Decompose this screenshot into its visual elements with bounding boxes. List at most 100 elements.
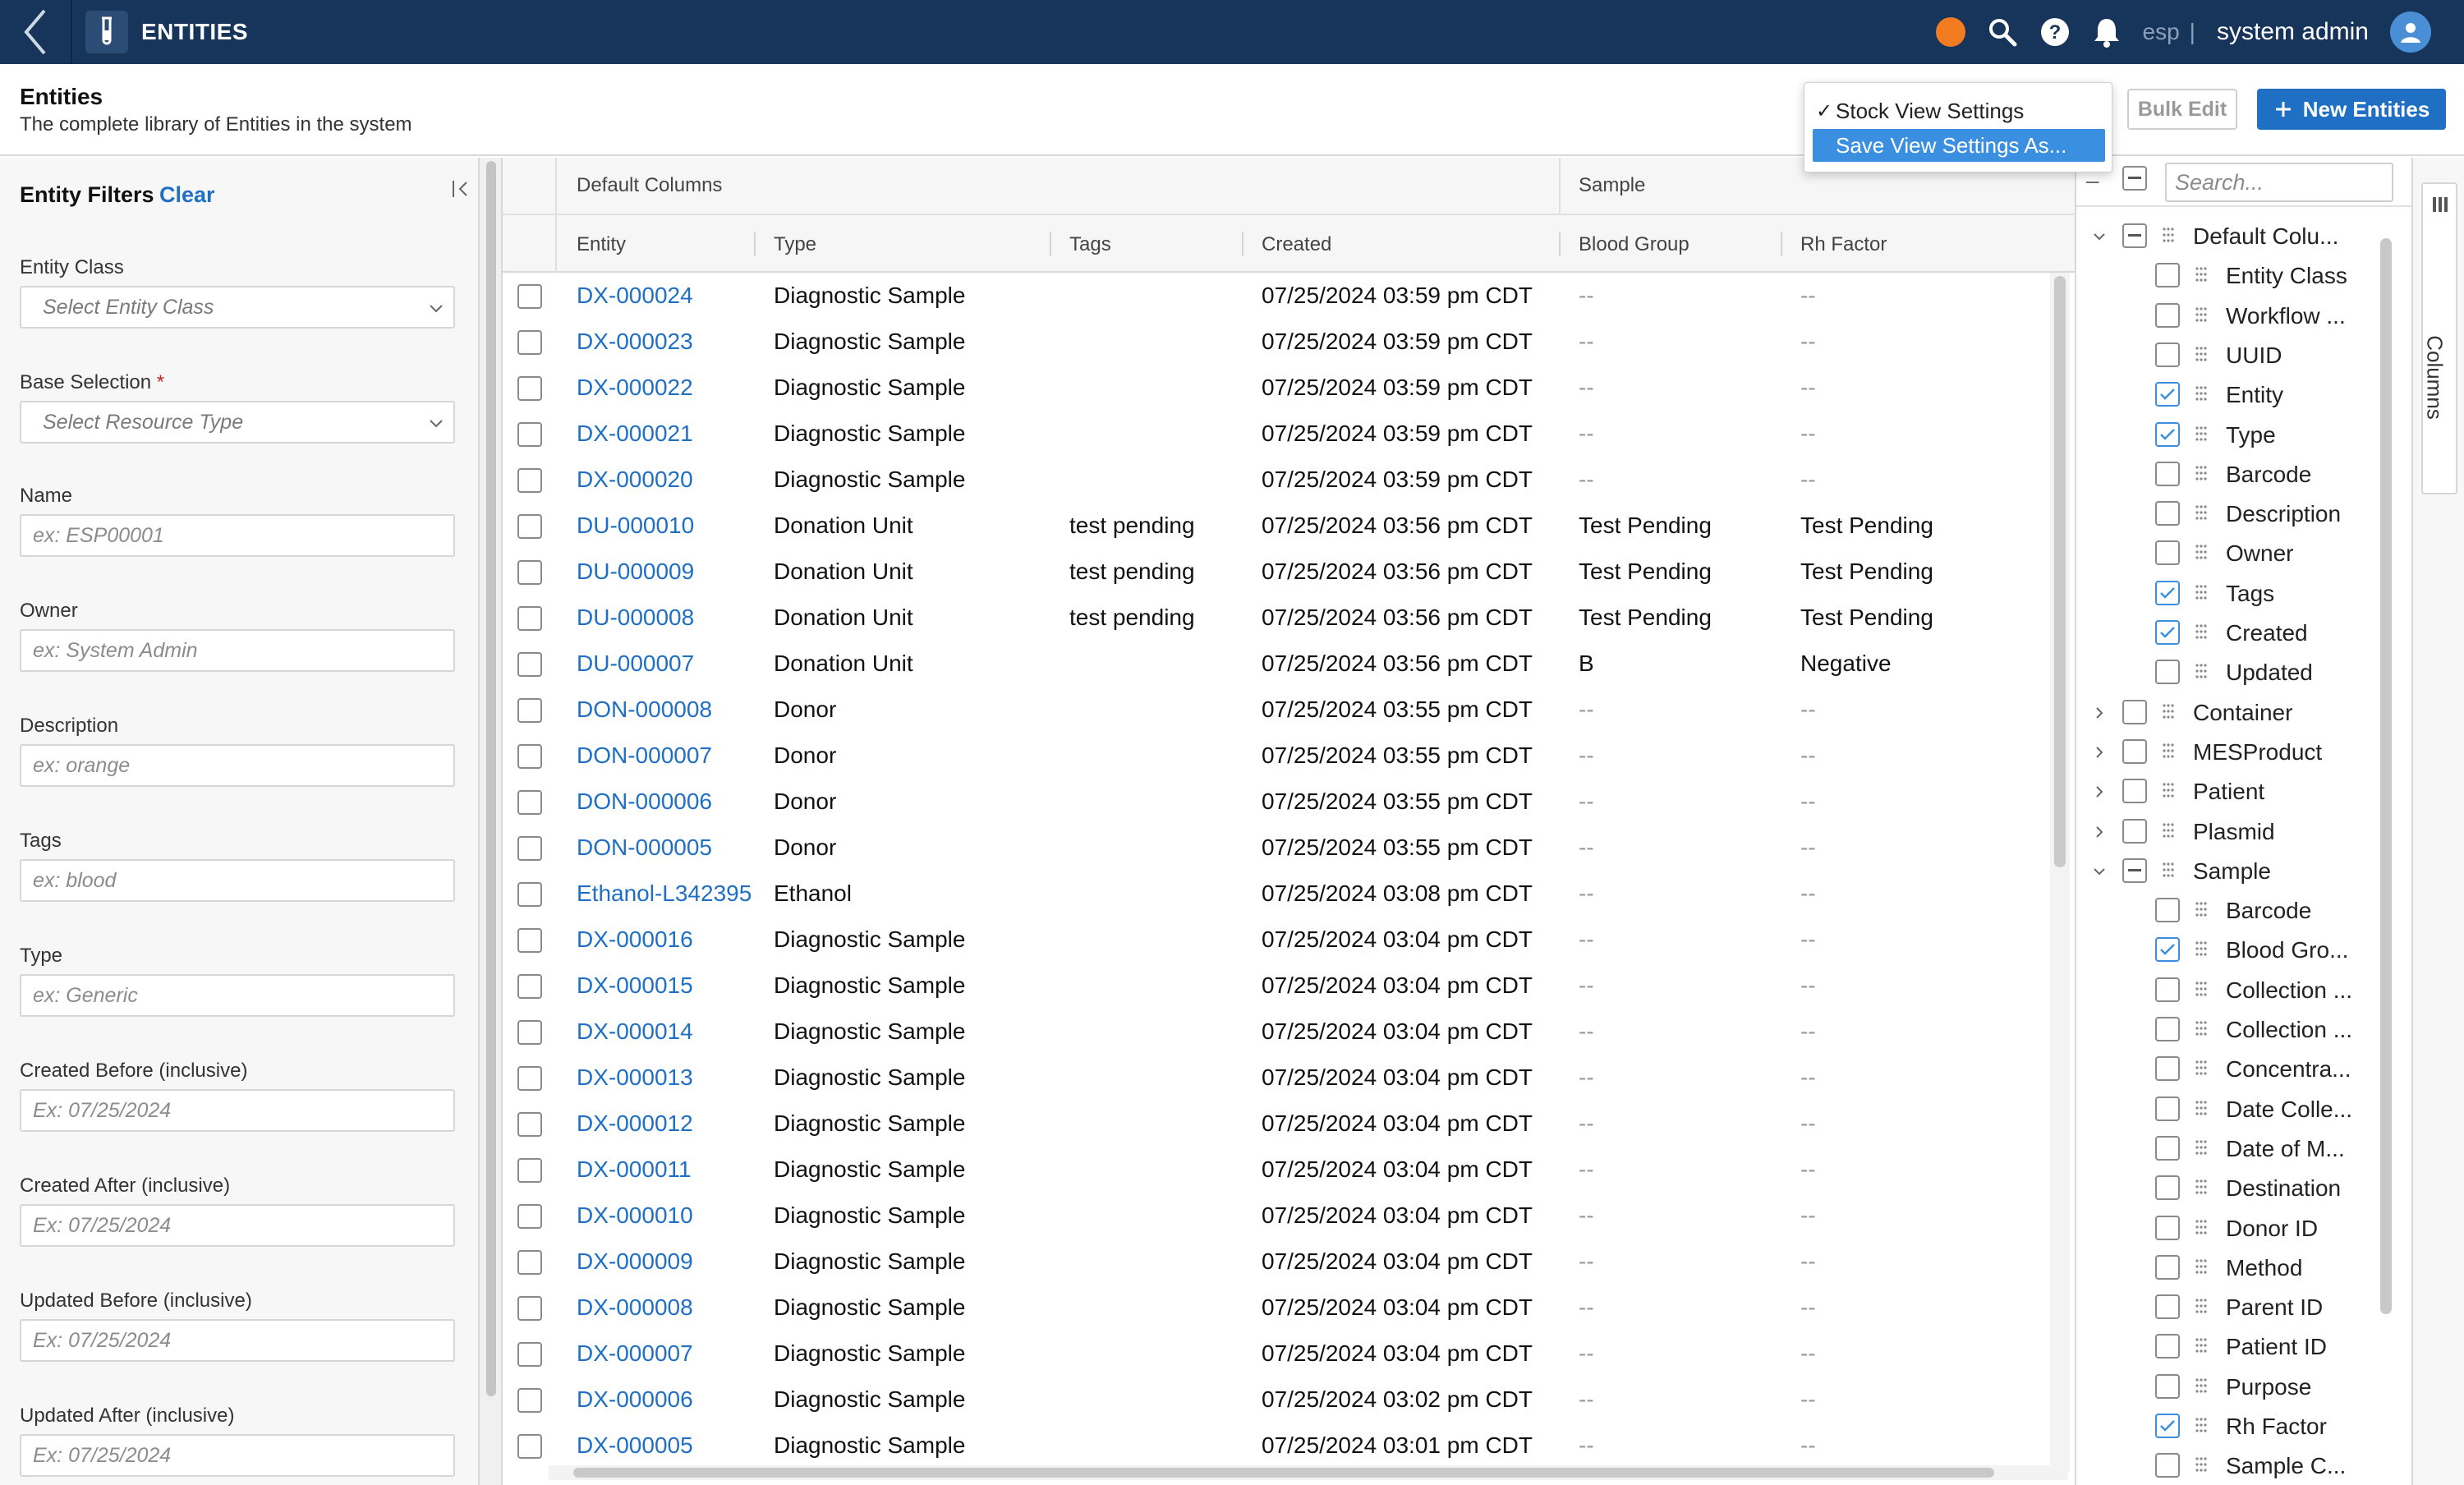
drag-grip-icon[interactable] bbox=[2195, 1456, 2208, 1477]
column-checkbox[interactable] bbox=[2155, 1056, 2180, 1082]
column-checkbox[interactable] bbox=[2155, 501, 2180, 526]
chevron-right-icon[interactable] bbox=[2091, 784, 2108, 800]
table-row[interactable]: Ethanol-L342395 Ethanol 07/25/2024 03:08 p… bbox=[503, 871, 2055, 917]
entity-class-select[interactable]: Select Entity Class bbox=[20, 286, 455, 329]
column-checkbox[interactable] bbox=[2155, 1294, 2180, 1320]
table-row[interactable]: DON-000008 Donor 07/25/2024 03:55 pm CDT --… bbox=[503, 687, 2055, 733]
row-checkbox[interactable] bbox=[517, 376, 542, 401]
drag-grip-icon[interactable] bbox=[2195, 306, 2208, 327]
updated-before-input[interactable]: Ex: 07/25/2024 bbox=[20, 1319, 455, 1362]
cell-entity[interactable]: DX-000012 bbox=[577, 1110, 693, 1137]
column-checkbox[interactable] bbox=[2155, 1215, 2180, 1240]
column-checkbox[interactable] bbox=[2155, 620, 2180, 645]
row-checkbox[interactable] bbox=[517, 1434, 542, 1459]
row-checkbox[interactable] bbox=[517, 790, 542, 815]
table-row[interactable]: DX-000007 Diagnostic Sample 07/25/2024 03:… bbox=[503, 1331, 2055, 1377]
column-item[interactable]: Entity bbox=[2076, 374, 2405, 413]
column-checkbox[interactable] bbox=[2155, 1414, 2180, 1438]
drag-grip-icon[interactable] bbox=[2195, 901, 2208, 922]
column-header-blood-group[interactable]: Blood Group bbox=[1579, 233, 1689, 256]
table-row[interactable]: DON-000007 Donor 07/25/2024 03:55 pm CDT --… bbox=[503, 733, 2055, 779]
column-checkbox[interactable] bbox=[2155, 382, 2180, 407]
column-checkbox[interactable] bbox=[2155, 342, 2180, 367]
drag-grip-icon[interactable] bbox=[2162, 782, 2175, 802]
columns-tab-button[interactable]: Columns bbox=[2421, 182, 2457, 494]
column-group-item[interactable]: Plasmid bbox=[2076, 811, 2405, 850]
table-row[interactable]: DON-000006 Donor 07/25/2024 03:55 pm CDT --… bbox=[503, 779, 2055, 825]
drag-grip-icon[interactable] bbox=[2195, 346, 2208, 366]
tags-input[interactable]: ex: blood bbox=[20, 859, 455, 902]
column-checkbox[interactable] bbox=[2155, 1175, 2180, 1201]
row-checkbox[interactable] bbox=[517, 974, 542, 999]
cell-entity[interactable]: DX-000023 bbox=[577, 329, 693, 355]
cell-entity[interactable]: DX-000024 bbox=[577, 283, 693, 309]
column-checkbox[interactable] bbox=[2122, 699, 2147, 724]
drag-grip-icon[interactable] bbox=[2195, 1060, 2208, 1080]
table-row[interactable]: DX-000020 Diagnostic Sample 07/25/2024 03:… bbox=[503, 457, 2055, 503]
row-checkbox[interactable] bbox=[517, 1204, 542, 1229]
column-item[interactable]: Description bbox=[2076, 493, 2405, 532]
column-checkbox[interactable] bbox=[2122, 738, 2147, 764]
row-checkbox[interactable] bbox=[517, 422, 542, 447]
drag-grip-icon[interactable] bbox=[2195, 1258, 2208, 1279]
clear-filters-link[interactable]: Clear bbox=[159, 182, 215, 208]
row-checkbox[interactable] bbox=[517, 284, 542, 309]
table-row[interactable]: DX-000005 Diagnostic Sample 07/25/2024 03:… bbox=[503, 1423, 2055, 1469]
column-checkbox[interactable] bbox=[2122, 818, 2147, 844]
cell-entity[interactable]: DX-000014 bbox=[577, 1018, 693, 1045]
column-checkbox[interactable] bbox=[2155, 540, 2180, 566]
drag-grip-icon[interactable] bbox=[2195, 425, 2208, 446]
avatar[interactable] bbox=[2390, 11, 2431, 53]
table-row[interactable]: DX-000008 Diagnostic Sample 07/25/2024 03:… bbox=[503, 1285, 2055, 1331]
column-group-item[interactable]: Patient bbox=[2076, 770, 2405, 810]
row-checkbox[interactable] bbox=[517, 652, 542, 677]
row-checkbox[interactable] bbox=[517, 1158, 542, 1183]
menu-item-stock-view-settings[interactable]: ✓ Stock View Settings bbox=[1813, 94, 2105, 127]
column-item[interactable]: Workflow ... bbox=[2076, 295, 2405, 334]
column-item[interactable]: Donor ID bbox=[2076, 1207, 2405, 1247]
drag-grip-icon[interactable] bbox=[2195, 266, 2208, 287]
cell-entity[interactable]: DON-000008 bbox=[577, 697, 712, 723]
collapse-panel-icon[interactable] bbox=[450, 177, 473, 200]
column-group-item[interactable]: MESProduct bbox=[2076, 731, 2405, 770]
cell-entity[interactable]: DX-000021 bbox=[577, 421, 693, 447]
cell-entity[interactable]: DX-000020 bbox=[577, 467, 693, 493]
column-item[interactable]: Parent ID bbox=[2076, 1286, 2405, 1326]
cell-entity[interactable]: DX-000011 bbox=[577, 1156, 692, 1183]
drag-grip-icon[interactable] bbox=[2195, 1377, 2208, 1398]
column-group-item[interactable]: Default Colu... bbox=[2076, 215, 2405, 255]
column-item[interactable]: Owner bbox=[2076, 532, 2405, 572]
row-checkbox[interactable] bbox=[517, 1250, 542, 1275]
column-item[interactable]: Method bbox=[2076, 1247, 2405, 1286]
help-icon[interactable]: ? bbox=[2039, 16, 2071, 48]
cell-entity[interactable]: DX-000022 bbox=[577, 375, 693, 401]
row-checkbox[interactable] bbox=[517, 836, 542, 861]
table-row[interactable]: DU-000007 Donation Unit 07/25/2024 03:56 p… bbox=[503, 641, 2055, 687]
cell-entity[interactable]: DX-000015 bbox=[577, 972, 693, 999]
drag-grip-icon[interactable] bbox=[2162, 862, 2175, 882]
bulk-edit-button[interactable]: Bulk Edit bbox=[2127, 89, 2237, 130]
drag-grip-icon[interactable] bbox=[2195, 504, 2208, 525]
table-row[interactable]: DX-000014 Diagnostic Sample 07/25/2024 03:… bbox=[503, 1009, 2055, 1055]
column-checkbox[interactable] bbox=[2155, 1453, 2180, 1478]
drag-grip-icon[interactable] bbox=[2195, 1139, 2208, 1160]
grid-horizontal-scrollbar[interactable] bbox=[549, 1465, 2068, 1480]
table-row[interactable]: DX-000021 Diagnostic Sample 07/25/2024 03:… bbox=[503, 411, 2055, 457]
table-row[interactable]: DX-000023 Diagnostic Sample 07/25/2024 03:… bbox=[503, 319, 2055, 365]
column-group-item[interactable]: Sample bbox=[2076, 850, 2405, 890]
columns-search-input[interactable]: Search... bbox=[2165, 163, 2393, 202]
cell-entity[interactable]: Ethanol-L342395 bbox=[577, 880, 752, 907]
new-entities-button[interactable]: New Entities bbox=[2257, 89, 2446, 130]
column-item[interactable]: Rh Factor bbox=[2076, 1405, 2405, 1445]
column-item[interactable]: Created bbox=[2076, 612, 2405, 651]
column-item[interactable]: Destination bbox=[2076, 1167, 2405, 1207]
column-item[interactable]: Entity Class bbox=[2076, 255, 2405, 294]
cell-entity[interactable]: DU-000010 bbox=[577, 513, 694, 539]
column-checkbox[interactable] bbox=[2155, 421, 2180, 447]
column-checkbox[interactable] bbox=[2155, 263, 2180, 288]
cell-entity[interactable]: DU-000007 bbox=[577, 651, 694, 677]
column-checkbox[interactable] bbox=[2155, 302, 2180, 328]
column-item[interactable]: Patient ID bbox=[2076, 1326, 2405, 1365]
cell-entity[interactable]: DX-000013 bbox=[577, 1064, 693, 1091]
drag-grip-icon[interactable] bbox=[2195, 465, 2208, 485]
